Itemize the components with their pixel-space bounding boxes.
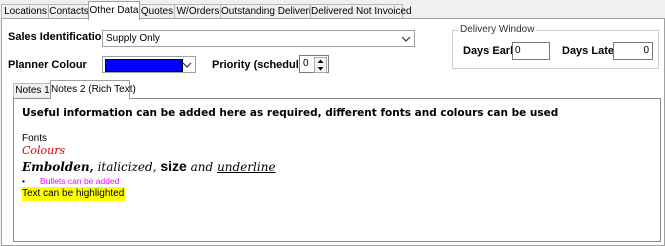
sales-identification-value: Supply Only [106, 33, 160, 44]
days-early-label: Days Early [463, 45, 520, 57]
tab-other-data[interactable]: Other Data [88, 1, 140, 20]
tab-delivered-not-invoiced[interactable]: Delivered Not Invoiced [310, 4, 412, 19]
tab-notes-1[interactable]: Notes 1 [13, 83, 52, 98]
spinner-buttons[interactable] [314, 57, 327, 73]
rich-text-editor[interactable]: Useful information can be added here as … [13, 98, 661, 242]
notes-tab-bar: Notes 1 Notes 2 (Rich Text) [13, 80, 663, 99]
main-tab-bar: Locations Contacts Other Data Quotes W/O… [0, 1, 665, 20]
tab-quotes[interactable]: Quotes [138, 4, 176, 19]
tab-contacts[interactable]: Contacts [48, 4, 90, 19]
tab-notes-2-rich-text[interactable]: Notes 2 (Rich Text) [50, 80, 136, 99]
planner-colour-label: Planner Colour [8, 59, 87, 71]
tab-w-orders[interactable]: W/Orders [174, 4, 222, 19]
sales-identification-dropdown[interactable]: Supply Only [102, 30, 415, 47]
days-late-value: 0 [643, 45, 649, 56]
days-late-label: Days Late [562, 45, 614, 57]
days-early-input[interactable]: 0 [512, 42, 550, 60]
days-late-input[interactable]: 0 [613, 42, 653, 60]
rich-text-bullet: Bullets can be added [40, 176, 120, 186]
rich-text-formatting-line: Embolden, italicized, size and underline [22, 158, 276, 174]
rich-text-and: and [190, 160, 214, 174]
bullet-dot: • [22, 176, 25, 186]
chevron-down-icon [401, 36, 411, 42]
spin-down-icon[interactable] [316, 65, 325, 72]
priority-value: 0 [303, 58, 309, 69]
rich-text-fonts: Fonts [22, 133, 48, 144]
planner-colour-dropdown[interactable] [102, 56, 196, 73]
rich-text-colours: Colours [22, 144, 66, 157]
chevron-down-icon [182, 62, 192, 68]
sales-identification-label: Sales Identification [8, 31, 109, 43]
rich-text-italicized: italicized, [97, 160, 157, 174]
colour-swatch [105, 59, 183, 72]
tab-locations[interactable]: Locations [1, 4, 50, 19]
priority-label: Priority (scheduler) [212, 59, 313, 71]
tab-outstanding-deliveries[interactable]: Outstanding Deliveries [220, 4, 322, 19]
delivery-window-group: Delivery Window Days Early 0 Days Late 0 [452, 24, 659, 69]
rich-text-size: size [160, 158, 187, 174]
priority-spinner[interactable]: 0 [299, 55, 329, 73]
rich-text-heading: Useful information can be added here as … [22, 107, 559, 119]
spin-up-icon[interactable] [316, 58, 325, 65]
rich-text-highlight: Text can be highlighted [22, 187, 126, 201]
rich-text-underline: underline [217, 160, 276, 174]
other-data-panel: Sales Identification Supply Only Planner… [1, 18, 665, 246]
days-early-value: 0 [515, 45, 521, 56]
rich-text-bullet-item: • Bullets can be added [22, 176, 119, 186]
delivery-window-legend: Delivery Window [458, 24, 537, 35]
rich-text-embolden: Embolden, [22, 160, 94, 174]
